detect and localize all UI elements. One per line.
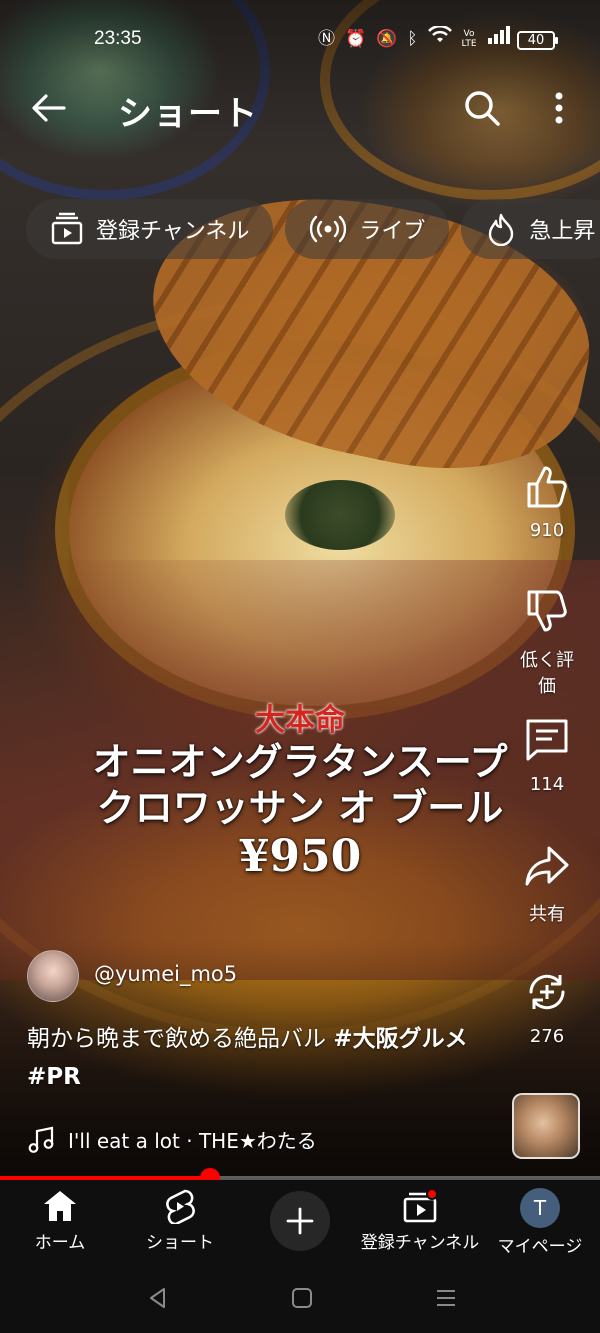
hashtag-osaka[interactable]: #大阪グルメ: [333, 1026, 467, 1052]
chip-live[interactable]: ライブ: [285, 199, 450, 259]
system-recents-icon[interactable]: [434, 1286, 458, 1310]
filter-chips: 登録チャンネル ライブ 急上昇: [26, 199, 600, 259]
music-info[interactable]: I'll eat a lot · THE★わたる: [28, 1125, 317, 1154]
nav-mypage[interactable]: T マイページ: [480, 1188, 600, 1257]
live-icon: [310, 215, 347, 243]
overlay-price: ¥950: [238, 831, 362, 882]
nav-label: ショート: [146, 1233, 214, 1253]
arrow-left-icon: [32, 94, 66, 122]
nav-shorts[interactable]: ショート: [120, 1188, 240, 1253]
nav-label: 登録チャンネル: [360, 1233, 480, 1253]
notification-dot: [426, 1188, 438, 1200]
dislike-button[interactable]: 低く評価: [512, 588, 582, 698]
nav-label: マイページ: [497, 1237, 583, 1257]
video-caption[interactable]: 朝から晩まで飲める絶品バル #大阪グルメ #PR: [27, 1020, 507, 1096]
thumbs-down-icon: [527, 590, 567, 632]
status-icons: Ⓝ ⏰ 🔕 ᛒ Vo LTE: [318, 24, 511, 51]
trending-icon: [489, 213, 514, 246]
chip-label: 登録チャンネル: [96, 219, 250, 244]
hashtag-pr[interactable]: #PR: [27, 1064, 81, 1090]
shorts-screen: 23:35 Ⓝ ⏰ 🔕 ᛒ Vo LTE 40 ショート 登録チャンネル ライブ…: [0, 0, 600, 1333]
overlay-red-text: 大本命: [255, 703, 345, 738]
music-note-icon: [28, 1126, 54, 1153]
channel-handle[interactable]: @yumei_mo5: [94, 962, 237, 986]
volte-icon: Vo LTE: [461, 28, 477, 49]
remix-count: 276: [529, 1026, 565, 1047]
system-back-icon[interactable]: [146, 1286, 170, 1310]
nav-subscriptions[interactable]: 登録チャンネル: [360, 1188, 480, 1253]
music-text: I'll eat a lot · THE★わたる: [68, 1129, 317, 1153]
create-button[interactable]: [270, 1191, 330, 1251]
bluetooth-icon: ᛒ: [407, 28, 418, 49]
status-time: 23:35: [94, 28, 142, 49]
mute-icon: 🔕: [376, 28, 398, 49]
chip-label: ライブ: [359, 219, 426, 244]
chip-trending[interactable]: 急上昇: [461, 199, 600, 259]
signal-icon: [487, 26, 511, 51]
channel-avatar[interactable]: [27, 950, 79, 1002]
wifi-icon: [427, 24, 452, 51]
system-navigation-bar: [0, 1270, 600, 1333]
system-home-icon[interactable]: [290, 1286, 314, 1310]
sound-thumbnail[interactable]: [512, 1093, 580, 1159]
parsley-garnish: [285, 480, 395, 550]
home-icon: [44, 1191, 76, 1221]
back-button[interactable]: [28, 88, 68, 128]
alarm-icon: ⏰: [345, 28, 367, 49]
share-label: 共有: [529, 904, 565, 925]
bottom-navigation: ホーム ショート 登録チャンネル T マイページ: [0, 1180, 600, 1270]
status-bar: 23:35 Ⓝ ⏰ 🔕 ᛒ Vo LTE 40: [0, 22, 600, 58]
nav-home[interactable]: ホーム: [0, 1188, 120, 1253]
chip-subscriptions[interactable]: 登録チャンネル: [26, 199, 274, 259]
plus-icon: [286, 1207, 314, 1235]
nav-label: ホーム: [34, 1233, 86, 1253]
top-bar: ショート: [0, 78, 600, 134]
like-button[interactable]: 910: [512, 462, 582, 541]
dislike-label: 低く評価: [520, 650, 574, 697]
subscriptions-icon: [51, 212, 83, 245]
more-vert-icon: [555, 92, 563, 124]
remix-icon: [529, 974, 565, 1010]
video-player[interactable]: [0, 0, 600, 1178]
shorts-icon: [166, 1189, 195, 1224]
video-overlay-text: 大本命 オニオングラタンスープ クロワッサン オ ブール ¥950: [0, 695, 600, 882]
nfc-icon: Ⓝ: [318, 28, 335, 49]
search-button[interactable]: [460, 86, 504, 130]
caption-text: 朝から晩まで飲める絶品バル: [27, 1026, 334, 1052]
overlay-line-2: クロワッサン オ ブール: [96, 785, 504, 830]
user-avatar: T: [520, 1188, 560, 1228]
more-options-button[interactable]: [545, 86, 573, 130]
search-icon: [465, 91, 500, 126]
like-count: 910: [529, 520, 565, 541]
overlay-line-1: オニオングラタンスープ: [92, 739, 508, 784]
thumbs-up-icon: [527, 466, 567, 508]
remix-button[interactable]: 276: [512, 968, 582, 1047]
battery-icon: 40: [517, 31, 558, 50]
page-title: ショート: [118, 94, 258, 134]
chip-label: 急上昇: [529, 219, 596, 244]
